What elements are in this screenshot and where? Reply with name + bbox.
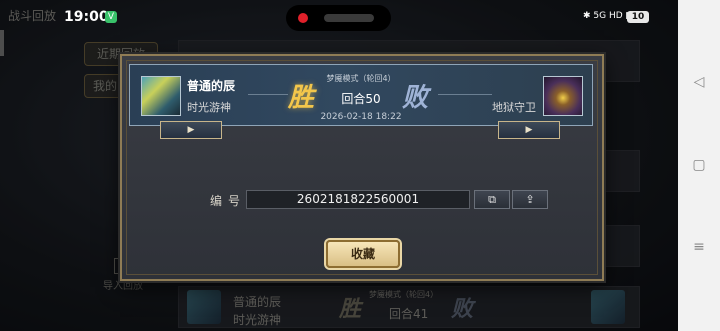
menu-icon[interactable]: ≡: [678, 239, 720, 255]
share-icon: ⇪: [525, 193, 535, 206]
share-button[interactable]: ⇪: [512, 190, 548, 209]
mode-label: 梦魇模式（轮回4）: [326, 74, 396, 83]
collect-button[interactable]: 收藏: [326, 240, 400, 268]
player-avatar: [141, 76, 181, 116]
player-hero: 时光游神: [187, 101, 231, 114]
replay-id-field[interactable]: 2602181822560001: [246, 190, 470, 209]
match-datetime: 2026-02-18 18:22: [320, 112, 402, 122]
opponent-hero: 地狱守卫: [492, 101, 536, 114]
play-icon: ▶: [525, 125, 533, 135]
battery-icon: 10: [627, 11, 649, 23]
pill-text: [324, 14, 374, 22]
back-icon[interactable]: ◁: [678, 74, 720, 90]
system-nav-bar: ◁ ▢ ≡: [678, 0, 720, 331]
camera-pill: [286, 5, 391, 31]
divider: [248, 94, 288, 95]
id-label: 编号: [210, 194, 247, 208]
game-screen: 战斗回放 近期回放 我的 普通的辰 时光游神 胜 梦魇模式（轮回4） 回合41 …: [0, 0, 678, 331]
round-label: 回合50: [341, 92, 381, 106]
clock: 19:00: [64, 9, 109, 25]
divider: [438, 94, 492, 95]
app-badge-icon: V: [105, 11, 117, 23]
home-icon[interactable]: ▢: [678, 157, 720, 173]
copy-icon: ⧉: [488, 193, 496, 206]
replay-detail-dialog: 普通的辰 时光游神 胜 梦魇模式（轮回4） 回合50 2026-02-18 18…: [120, 54, 604, 281]
copy-button[interactable]: ⧉: [474, 190, 510, 209]
status-bar: 19:00 V ✱ 5G HD ▮▮▮ 10: [0, 0, 678, 34]
win-mark: 胜: [288, 83, 315, 113]
play-right-button[interactable]: ▶: [498, 121, 560, 139]
recording-dot-icon: [298, 13, 308, 23]
player-name: 普通的辰: [187, 79, 236, 93]
network-text: 5G HD: [593, 11, 623, 21]
lose-mark: 败: [402, 83, 429, 113]
play-icon: ▶: [187, 125, 195, 135]
opponent-avatar: [543, 76, 583, 116]
match-card: 普通的辰 时光游神 胜 梦魇模式（轮回4） 回合50 2026-02-18 18…: [129, 64, 593, 126]
play-left-button[interactable]: ▶: [160, 121, 222, 139]
